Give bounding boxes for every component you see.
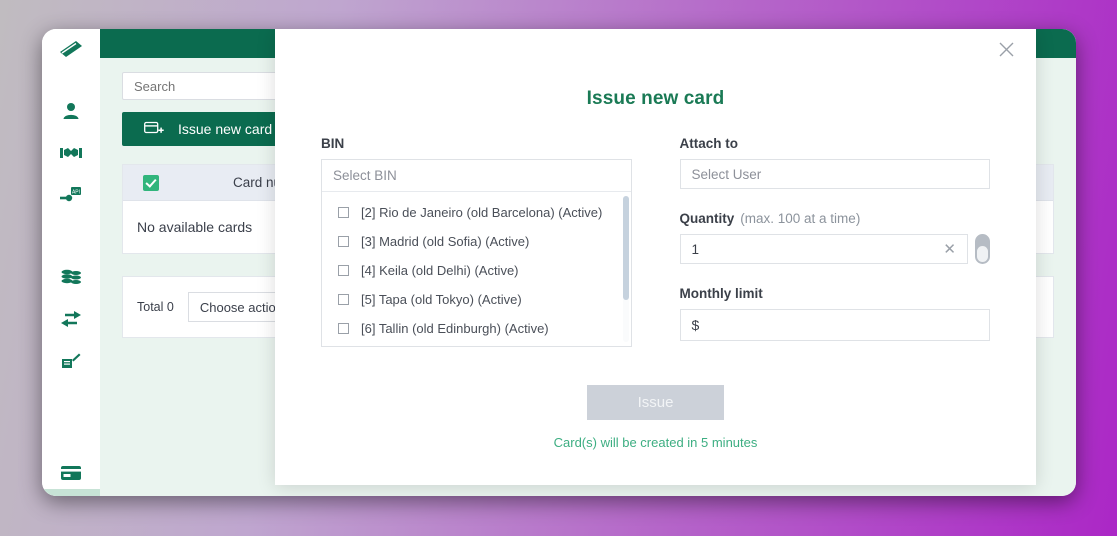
quantity-hint: (max. 100 at a time) [740,211,861,226]
monthly-limit-field: Monthly limit $ [679,286,990,341]
monthly-limit-label: Monthly limit [679,286,763,301]
attach-to-select[interactable]: Select User [679,159,990,189]
bin-list-scrollbar[interactable] [622,196,629,342]
clear-x-icon[interactable]: ✕ [943,240,956,258]
checkbox-unchecked-icon[interactable] [338,323,349,334]
quantity-value: 1 [691,241,700,257]
bin-option[interactable]: [5] Tapa (old Tokyo) (Active) [322,285,631,314]
issue-note: Card(s) will be created in 5 minutes [553,435,758,450]
details-column: Attach to Select User Quantity (max. 100 … [679,136,991,363]
modal-title: Issue new card [586,88,725,109]
bin-option-label: [4] Keila (old Delhi) (Active) [361,263,519,278]
bin-option[interactable]: [6] Tallin (old Edinburgh) (Active) [322,314,631,343]
quantity-label-text: Quantity [679,211,735,226]
modal-footer: Issue Card(s) will be created in 5 minut… [275,363,1036,450]
issue-new-card-modal: Issue new card BIN Select BIN [2] Rio de… [275,29,1036,485]
checkbox-unchecked-icon[interactable] [338,265,349,276]
close-icon[interactable] [994,37,1018,61]
quantity-label: Quantity (max. 100 at a time) [680,211,991,226]
quantity-row: 1 ✕ [679,234,990,264]
close-icon [999,42,1013,56]
attach-to-field: Attach to Select User [679,136,990,189]
checkbox-unchecked-icon[interactable] [338,207,349,218]
issue-submit-button[interactable]: Issue [587,385,724,420]
modal-body: BIN Select BIN [2] Rio de Janeiro (old B… [275,110,1036,363]
bin-option-list: [2] Rio de Janeiro (old Barcelona) (Acti… [322,192,631,346]
bin-label: BIN [321,136,345,151]
bin-option-label: [5] Tapa (old Tokyo) (Active) [361,292,522,307]
quantity-input[interactable]: 1 ✕ [679,234,968,264]
checkbox-unchecked-icon[interactable] [338,236,349,247]
checkbox-unchecked-icon[interactable] [338,294,349,305]
attach-to-label: Attach to [679,136,739,151]
bin-option-label: [2] Rio de Janeiro (old Barcelona) (Acti… [361,205,603,220]
bin-option[interactable]: [3] Madrid (old Sofia) (Active) [322,227,631,256]
bin-column: BIN Select BIN [2] Rio de Janeiro (old B… [321,136,632,363]
scrollbar-thumb[interactable] [622,196,629,300]
bin-option[interactable]: [2] Rio de Janeiro (old Barcelona) (Acti… [322,198,631,227]
app-window: API Search Issue new card Card number No… [42,29,1076,496]
modal-backdrop: Issue new card BIN Select BIN [2] Rio de… [42,29,1076,496]
bin-select[interactable]: Select BIN [2] Rio de Janeiro (old Barce… [321,159,632,347]
bin-select-placeholder[interactable]: Select BIN [322,160,631,192]
quantity-field: Quantity (max. 100 at a time) 1 ✕ [679,211,991,264]
bin-option[interactable]: [4] Keila (old Delhi) (Active) [322,256,631,285]
monthly-limit-input[interactable]: $ [679,309,990,341]
bin-option-label: [6] Tallin (old Edinburgh) (Active) [361,321,549,336]
quantity-stepper[interactable] [975,234,990,264]
bin-option-label: [3] Madrid (old Sofia) (Active) [361,234,530,249]
